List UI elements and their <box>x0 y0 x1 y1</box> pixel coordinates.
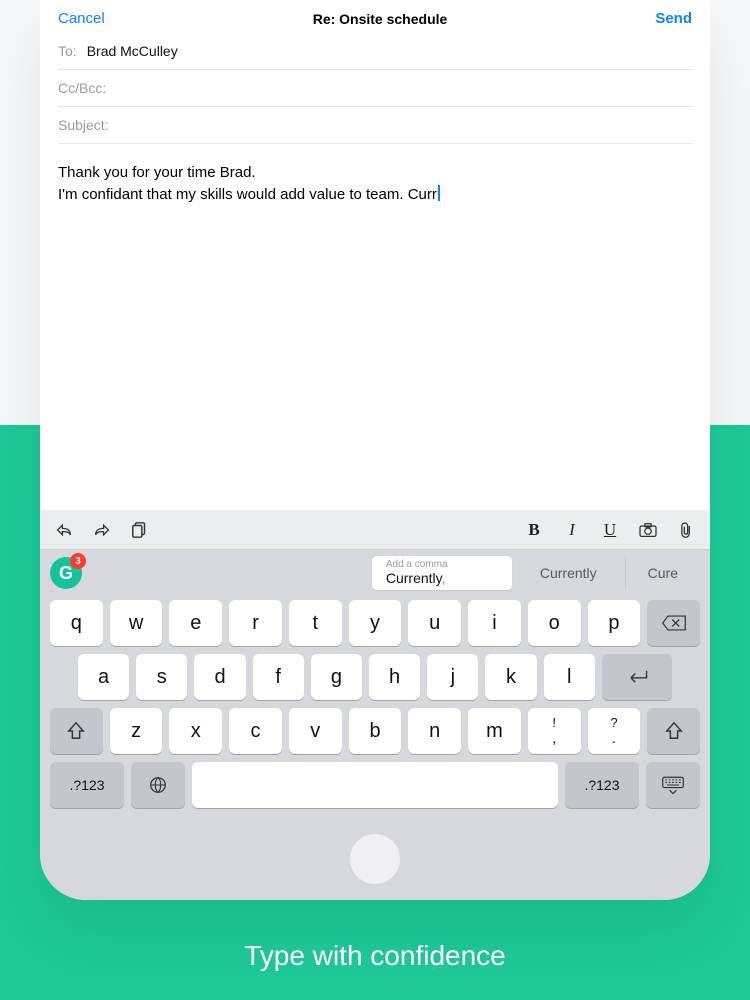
text-cursor <box>438 185 440 201</box>
formatting-toolbar: B I U <box>40 510 710 550</box>
suggestion-primary-word: Currently, <box>386 570 498 586</box>
key-m[interactable]: m <box>468 708 521 754</box>
bold-button[interactable]: B <box>524 520 544 540</box>
key-period[interactable]: ?. <box>588 708 641 754</box>
undo-icon[interactable] <box>54 522 74 538</box>
suggestion-alt-1[interactable]: Currently <box>518 557 619 589</box>
key-x[interactable]: x <box>169 708 222 754</box>
key-symbols-left[interactable]: .?123 <box>50 762 124 808</box>
key-shift-right[interactable] <box>647 708 700 754</box>
key-comma[interactable]: !, <box>528 708 581 754</box>
key-backspace[interactable] <box>647 600 700 646</box>
grammarly-badge: 3 <box>70 553 86 569</box>
suggestion-primary[interactable]: Add a comma Currently, <box>372 556 512 590</box>
key-return[interactable] <box>602 654 672 700</box>
send-button[interactable]: Send <box>655 10 692 27</box>
key-symbols-right[interactable]: .?123 <box>565 762 639 808</box>
key-v[interactable]: v <box>289 708 342 754</box>
key-g[interactable]: g <box>311 654 362 700</box>
key-grid: q w e r t y u i o p a s d f g h <box>40 596 710 818</box>
key-j[interactable]: j <box>427 654 478 700</box>
key-i[interactable]: i <box>468 600 521 646</box>
key-u[interactable]: u <box>408 600 461 646</box>
home-button[interactable] <box>350 834 400 884</box>
key-w[interactable]: w <box>110 600 163 646</box>
key-space[interactable] <box>192 762 558 808</box>
italic-button[interactable]: I <box>562 520 582 540</box>
key-y[interactable]: y <box>349 600 402 646</box>
cancel-button[interactable]: Cancel <box>58 10 105 27</box>
device-frame: Cancel Re: Onsite schedule Send To: Brad… <box>40 0 710 900</box>
redo-icon[interactable] <box>92 522 112 538</box>
key-row-3: z x c v b n m !, ?. <box>50 708 700 754</box>
to-label: To: <box>58 43 77 59</box>
key-o[interactable]: o <box>528 600 581 646</box>
to-value: Brad McCulley <box>87 43 178 59</box>
key-r[interactable]: r <box>229 600 282 646</box>
underline-button[interactable]: U <box>600 520 620 540</box>
compose-fields: To: Brad McCulley Cc/Bcc: Subject: <box>40 33 710 144</box>
cc-bcc-field[interactable]: Cc/Bcc: <box>58 70 692 107</box>
subject-label: Subject: <box>58 117 109 133</box>
to-field[interactable]: To: Brad McCulley <box>58 33 692 70</box>
key-shift-left[interactable] <box>50 708 103 754</box>
key-d[interactable]: d <box>194 654 245 700</box>
camera-icon[interactable] <box>638 522 658 538</box>
subject-field[interactable]: Subject: <box>58 107 692 144</box>
key-b[interactable]: b <box>349 708 402 754</box>
attachment-icon[interactable] <box>676 521 696 539</box>
key-n[interactable]: n <box>408 708 461 754</box>
key-globe[interactable] <box>131 762 185 808</box>
key-z[interactable]: z <box>110 708 163 754</box>
compose-navbar: Cancel Re: Onsite schedule Send <box>40 0 710 33</box>
key-t[interactable]: t <box>289 600 342 646</box>
key-f[interactable]: f <box>253 654 304 700</box>
key-row-1: q w e r t y u i o p <box>50 600 700 646</box>
key-e[interactable]: e <box>169 600 222 646</box>
key-h[interactable]: h <box>369 654 420 700</box>
suggestion-alt-2[interactable]: Cure <box>625 557 700 589</box>
key-a[interactable]: a <box>78 654 129 700</box>
key-row-2: a s d f g h j k l <box>50 654 700 700</box>
key-row-4: .?123 .?123 <box>50 762 700 808</box>
key-q[interactable]: q <box>50 600 103 646</box>
key-k[interactable]: k <box>485 654 536 700</box>
key-s[interactable]: s <box>136 654 187 700</box>
grammarly-icon[interactable]: G 3 <box>50 557 82 589</box>
body-line-2: I'm confidant that my skills would add v… <box>58 184 692 206</box>
copy-icon[interactable] <box>130 521 150 539</box>
cc-bcc-label: Cc/Bcc: <box>58 80 106 96</box>
promo-tagline: Type with confidence <box>0 940 750 972</box>
key-c[interactable]: c <box>229 708 282 754</box>
key-l[interactable]: l <box>544 654 595 700</box>
key-p[interactable]: p <box>588 600 641 646</box>
compose-body[interactable]: Thank you for your time Brad. I'm confid… <box>40 144 710 510</box>
compose-title: Re: Onsite schedule <box>105 11 656 27</box>
key-dismiss-keyboard[interactable] <box>646 762 700 808</box>
suggestion-hint: Add a comma <box>386 559 498 570</box>
body-line-1: Thank you for your time Brad. <box>58 162 692 184</box>
suggestion-bar: G 3 Add a comma Currently, Currently Cur… <box>40 550 710 596</box>
